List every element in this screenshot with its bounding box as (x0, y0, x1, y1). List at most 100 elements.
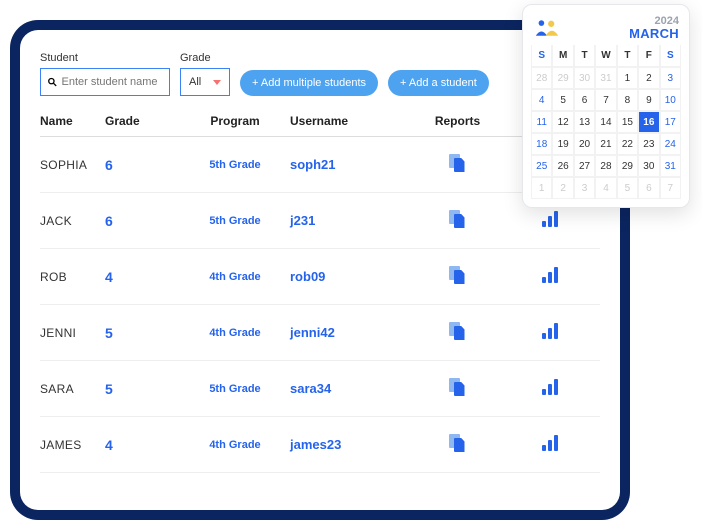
calendar-day[interactable]: 4 (595, 177, 616, 199)
calendar-day[interactable]: 10 (660, 89, 681, 111)
calendar-day[interactable]: 12 (552, 111, 573, 133)
calendar-header: 2024 MARCH (531, 15, 681, 41)
cell-username[interactable]: j231 (290, 213, 405, 228)
calendar-day[interactable]: 19 (552, 133, 573, 155)
filter-row: Student Grade All + Add multiple student… (40, 52, 600, 96)
calendar-day[interactable]: 4 (531, 89, 552, 111)
cell-reports[interactable] (405, 210, 510, 231)
calendar-day[interactable]: 26 (552, 155, 573, 177)
cell-program[interactable]: 4th Grade (180, 327, 290, 339)
calendar-day[interactable]: 7 (660, 177, 681, 199)
table-row: JAMES44th Gradejames23 (40, 417, 600, 473)
student-filter-label: Student (40, 52, 170, 64)
calendar-day[interactable]: 24 (660, 133, 681, 155)
grade-filter-label: Grade (180, 52, 230, 64)
calendar-day[interactable]: 16 (638, 111, 659, 133)
cell-reports[interactable] (405, 154, 510, 175)
cell-username[interactable]: sara34 (290, 381, 405, 396)
cell-reports[interactable] (405, 434, 510, 455)
calendar-day[interactable]: 3 (660, 67, 681, 89)
calendar-day[interactable]: 3 (574, 177, 595, 199)
cell-program[interactable]: 5th Grade (180, 159, 290, 171)
col-header-grade: Grade (105, 114, 180, 128)
add-student-button[interactable]: + Add a student (388, 70, 489, 96)
calendar-dow: F (638, 45, 659, 67)
cell-program[interactable]: 4th Grade (180, 439, 290, 451)
cell-grade[interactable]: 6 (105, 213, 180, 229)
cell-grade[interactable]: 4 (105, 437, 180, 453)
calendar-day[interactable]: 28 (595, 155, 616, 177)
calendar-day[interactable]: 8 (617, 89, 638, 111)
cell-name: JACK (40, 214, 105, 228)
calendar-day[interactable]: 2 (638, 67, 659, 89)
calendar-day[interactable]: 1 (531, 177, 552, 199)
calendar-day[interactable]: 2 (552, 177, 573, 199)
chevron-down-icon (213, 80, 221, 85)
student-search-input[interactable] (40, 68, 170, 96)
table-header: Name Grade Program Username Reports Prog… (40, 114, 600, 137)
calendar-day[interactable]: 1 (617, 67, 638, 89)
report-icon (449, 154, 467, 172)
report-icon (449, 434, 467, 452)
cell-reports[interactable] (405, 266, 510, 287)
cell-program[interactable]: 5th Grade (180, 215, 290, 227)
table-row: ROB44th Graderob09 (40, 249, 600, 305)
calendar-day[interactable]: 29 (617, 155, 638, 177)
cell-reports[interactable] (405, 322, 510, 343)
cell-username[interactable]: soph21 (290, 157, 405, 172)
calendar-day[interactable]: 31 (660, 155, 681, 177)
calendar-day[interactable]: 5 (617, 177, 638, 199)
cell-username[interactable]: jenni42 (290, 325, 405, 340)
calendar-day[interactable]: 14 (595, 111, 616, 133)
calendar-day[interactable]: 20 (574, 133, 595, 155)
cell-grade[interactable]: 5 (105, 325, 180, 341)
calendar-day[interactable]: 17 (660, 111, 681, 133)
calendar-day[interactable]: 30 (638, 155, 659, 177)
cell-progress[interactable] (510, 379, 590, 398)
cell-progress[interactable] (510, 323, 590, 342)
calendar-day[interactable]: 11 (531, 111, 552, 133)
cell-progress[interactable] (510, 435, 590, 454)
report-icon (449, 378, 467, 396)
calendar-day[interactable]: 29 (552, 67, 573, 89)
progress-icon (542, 435, 558, 451)
cell-progress[interactable] (510, 267, 590, 286)
cell-username[interactable]: james23 (290, 437, 405, 452)
calendar-day[interactable]: 13 (574, 111, 595, 133)
cell-grade[interactable]: 5 (105, 381, 180, 397)
calendar-day[interactable]: 31 (595, 67, 616, 89)
cell-grade[interactable]: 6 (105, 157, 180, 173)
add-multiple-students-button[interactable]: + Add multiple students (240, 70, 378, 96)
calendar-logo-icon (533, 17, 561, 39)
report-icon (449, 210, 467, 228)
calendar-day[interactable]: 15 (617, 111, 638, 133)
cell-program[interactable]: 4th Grade (180, 271, 290, 283)
calendar-day[interactable]: 23 (638, 133, 659, 155)
calendar-day[interactable]: 25 (531, 155, 552, 177)
calendar-day[interactable]: 30 (574, 67, 595, 89)
grade-select[interactable]: All (180, 68, 230, 96)
calendar-day[interactable]: 9 (638, 89, 659, 111)
calendar-day[interactable]: 5 (552, 89, 573, 111)
cell-reports[interactable] (405, 378, 510, 399)
calendar-dow: S (660, 45, 681, 67)
calendar-day[interactable]: 27 (574, 155, 595, 177)
cell-username[interactable]: rob09 (290, 269, 405, 284)
table-row: SOPHIA65th Gradesoph21 (40, 137, 600, 193)
table-body: SOPHIA65th Gradesoph21JACK65th Gradej231… (40, 137, 600, 473)
cell-name: ROB (40, 270, 105, 284)
cell-progress[interactable] (510, 211, 590, 230)
calendar-day[interactable]: 28 (531, 67, 552, 89)
calendar-day[interactable]: 6 (638, 177, 659, 199)
calendar-day[interactable]: 22 (617, 133, 638, 155)
calendar-day[interactable]: 18 (531, 133, 552, 155)
calendar-day[interactable]: 6 (574, 89, 595, 111)
cell-program[interactable]: 5th Grade (180, 383, 290, 395)
calendar-day[interactable]: 21 (595, 133, 616, 155)
report-icon (449, 322, 467, 340)
student-search-field[interactable] (62, 76, 164, 88)
progress-icon (542, 211, 558, 227)
calendar-day[interactable]: 7 (595, 89, 616, 111)
cell-grade[interactable]: 4 (105, 269, 180, 285)
calendar-grid: SMTWTFS282930311234567891011121314151617… (531, 45, 681, 199)
